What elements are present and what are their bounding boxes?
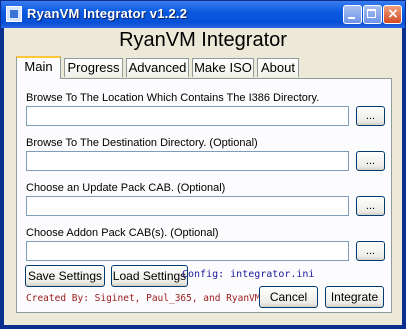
minimize-icon — [348, 17, 355, 19]
app-window: RyanVM Integrator v1.2.2 × RyanVM Integr… — [0, 0, 406, 329]
destination-browse-button[interactable]: ... — [356, 151, 385, 171]
tab-about[interactable]: About — [257, 58, 299, 77]
update-pack-label: Choose an Update Pack CAB. (Optional) — [26, 182, 226, 194]
i386-browse-button[interactable]: ... — [356, 106, 385, 126]
config-file-label: Config: integrator.ini — [182, 269, 315, 280]
close-button[interactable]: × — [383, 5, 402, 24]
tab-advanced[interactable]: Advanced — [126, 58, 189, 77]
maximize-icon — [367, 9, 376, 18]
addon-pack-field[interactable] — [26, 241, 349, 261]
cancel-button[interactable]: Cancel — [259, 286, 318, 308]
addon-pack-browse-button[interactable]: ... — [356, 241, 385, 261]
title-bar[interactable]: RyanVM Integrator v1.2.2 × — [1, 1, 405, 28]
app-heading: RyanVM Integrator — [119, 29, 287, 51]
tab-main[interactable]: Main — [16, 56, 61, 79]
destination-path-field[interactable] — [26, 151, 349, 171]
load-settings-button[interactable]: Load Settings — [111, 265, 188, 287]
update-pack-browse-button[interactable]: ... — [356, 196, 385, 216]
tab-progress[interactable]: Progress — [64, 58, 123, 77]
destination-label: Browse To The Destination Directory. (Op… — [26, 137, 258, 149]
addon-pack-label: Choose Addon Pack CAB(s). (Optional) — [26, 227, 219, 239]
integrate-button[interactable]: Integrate — [325, 286, 384, 308]
i386-label: Browse To The Location Which Contains Th… — [26, 92, 320, 104]
tab-make-iso[interactable]: Make ISO — [192, 58, 254, 77]
close-icon: × — [387, 6, 399, 22]
minimize-button[interactable] — [343, 5, 362, 24]
credits-text: Created By: Siginet, Paul_365, and RyanV… — [26, 293, 261, 304]
window-title: RyanVM Integrator v1.2.2 — [27, 6, 188, 21]
maximize-button[interactable] — [363, 5, 382, 24]
update-pack-field[interactable] — [26, 196, 349, 216]
app-icon — [6, 6, 22, 22]
i386-path-field[interactable] — [26, 106, 349, 126]
client-area: RyanVM Integrator Main Progress Advanced… — [4, 28, 402, 325]
save-settings-button[interactable]: Save Settings — [25, 265, 105, 287]
